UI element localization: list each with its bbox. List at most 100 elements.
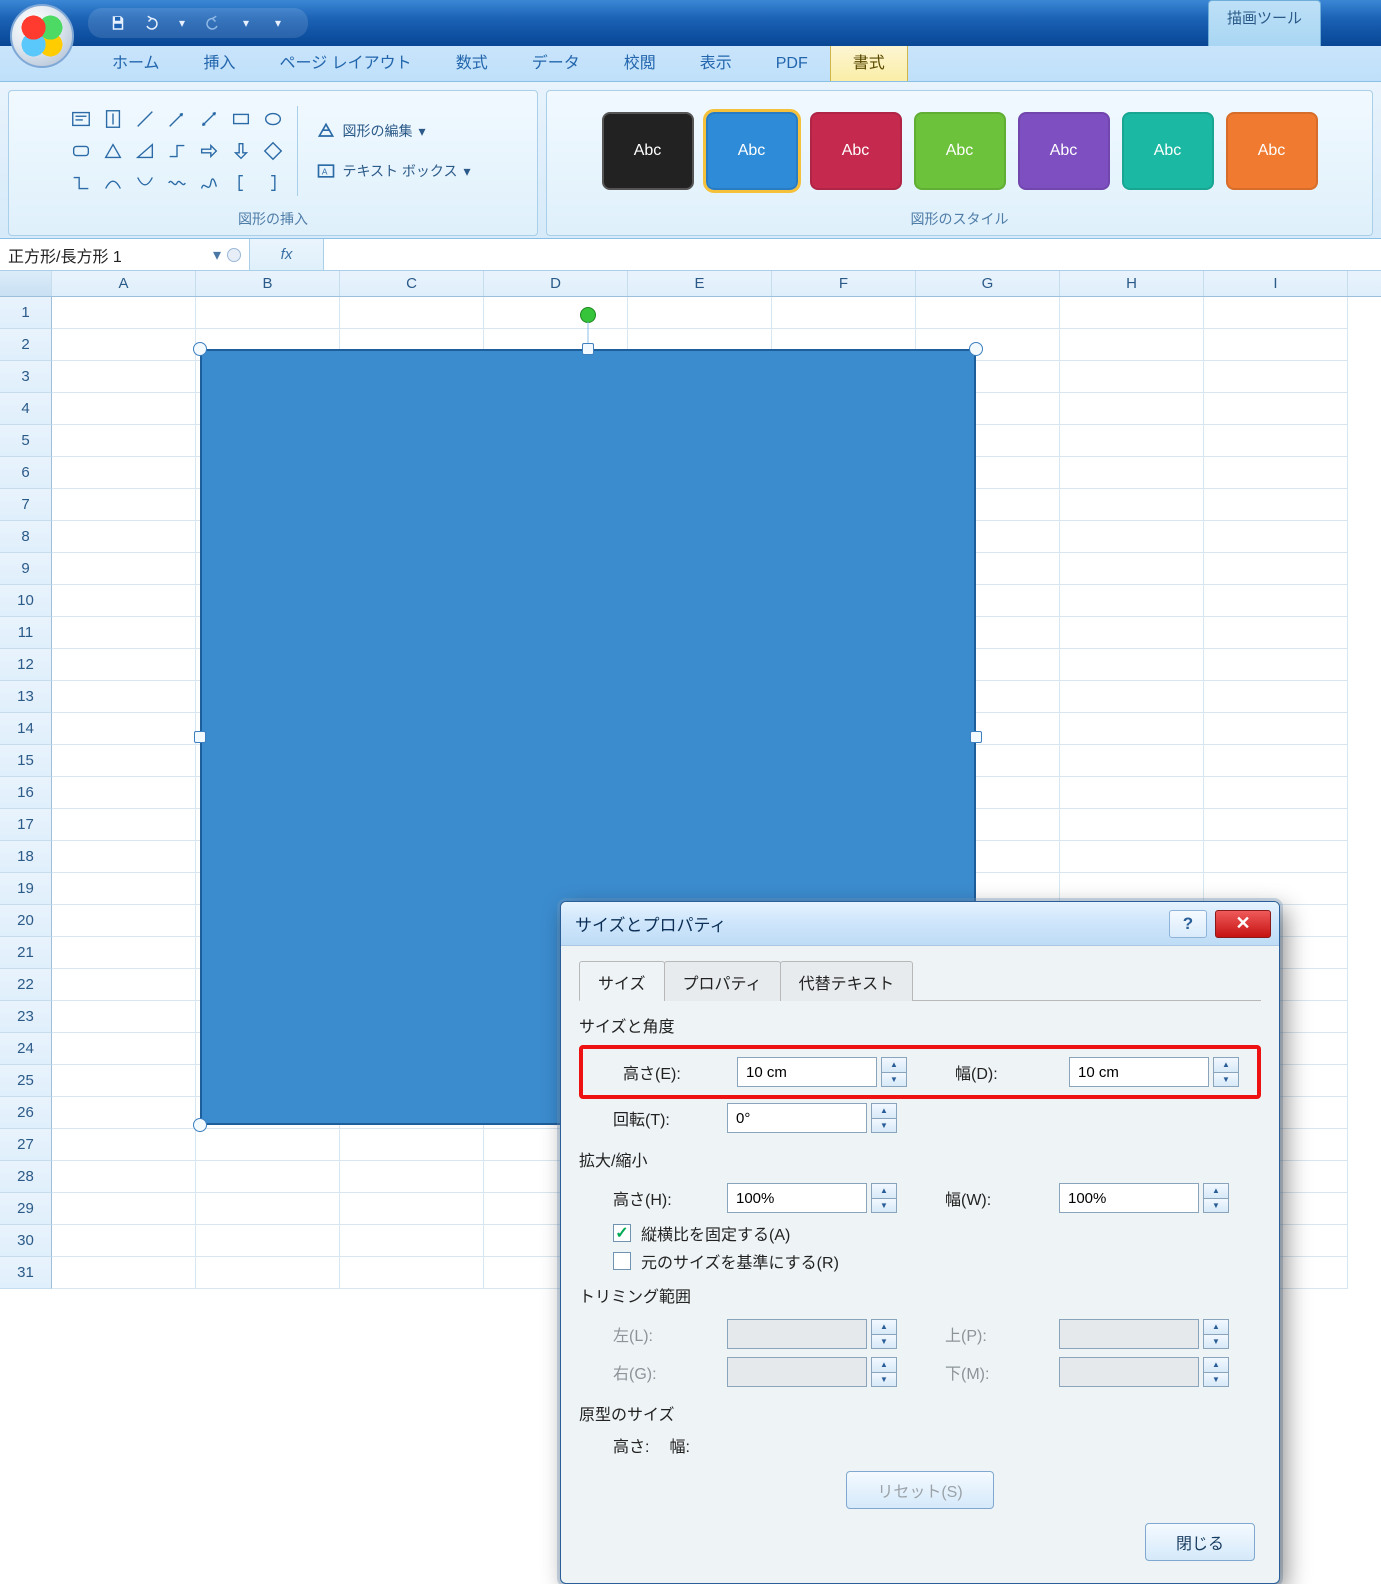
- row-header[interactable]: 12: [0, 649, 52, 681]
- row-header[interactable]: 27: [0, 1129, 52, 1161]
- shape-triangle-icon[interactable]: [99, 137, 127, 165]
- tab-home[interactable]: ホーム: [90, 41, 182, 81]
- row-header[interactable]: 28: [0, 1161, 52, 1193]
- shape-style-swatch[interactable]: Abc: [914, 112, 1006, 190]
- shape-freeform-icon[interactable]: [195, 169, 223, 197]
- resize-handle-tl[interactable]: [193, 342, 207, 356]
- shape-oval-icon[interactable]: [259, 105, 287, 133]
- cell[interactable]: [52, 969, 196, 1001]
- cell[interactable]: [52, 1097, 196, 1129]
- cell[interactable]: [1060, 393, 1204, 425]
- redo-dropdown-icon[interactable]: ▾: [234, 11, 258, 35]
- dialog-tab-property[interactable]: プロパティ: [664, 961, 781, 1001]
- shape-bracket-l-icon[interactable]: [227, 169, 255, 197]
- cell[interactable]: [1204, 425, 1348, 457]
- cell[interactable]: [1204, 777, 1348, 809]
- redo-icon[interactable]: [202, 11, 226, 35]
- shape-style-swatch[interactable]: Abc: [706, 112, 798, 190]
- cell[interactable]: [52, 1001, 196, 1033]
- checkbox-relative-original[interactable]: [613, 1252, 631, 1270]
- col-header[interactable]: C: [340, 271, 484, 296]
- cell[interactable]: [52, 553, 196, 585]
- row-header[interactable]: 16: [0, 777, 52, 809]
- spinner-height-h[interactable]: ▲▼: [871, 1183, 897, 1213]
- cell[interactable]: [52, 425, 196, 457]
- cell[interactable]: [1060, 585, 1204, 617]
- row-header[interactable]: 10: [0, 585, 52, 617]
- row-header[interactable]: 21: [0, 937, 52, 969]
- cell[interactable]: [484, 297, 628, 329]
- shape-rounded-rect-icon[interactable]: [67, 137, 95, 165]
- spinner-rotation-t[interactable]: ▲▼: [871, 1103, 897, 1133]
- cell[interactable]: [52, 489, 196, 521]
- input-height-h[interactable]: [727, 1183, 867, 1213]
- row-header[interactable]: 19: [0, 873, 52, 905]
- cell[interactable]: [1060, 489, 1204, 521]
- row-header[interactable]: 3: [0, 361, 52, 393]
- shape-rect-icon[interactable]: [227, 105, 255, 133]
- cell[interactable]: [1204, 521, 1348, 553]
- cell[interactable]: [52, 521, 196, 553]
- row-header[interactable]: 9: [0, 553, 52, 585]
- row-header[interactable]: 8: [0, 521, 52, 553]
- cell[interactable]: [1060, 553, 1204, 585]
- shape-style-gallery[interactable]: AbcAbcAbcAbcAbcAbcAbc: [596, 97, 1324, 205]
- tab-insert[interactable]: 挿入: [182, 41, 258, 81]
- cell[interactable]: [52, 617, 196, 649]
- cell[interactable]: [196, 1161, 340, 1193]
- name-box[interactable]: 正方形/長方形 1 ▾: [0, 239, 250, 270]
- cell[interactable]: [52, 1161, 196, 1193]
- row-header[interactable]: 14: [0, 713, 52, 745]
- save-icon[interactable]: [106, 11, 130, 35]
- cell[interactable]: [1060, 745, 1204, 777]
- cell[interactable]: [1204, 841, 1348, 873]
- cell[interactable]: [1204, 681, 1348, 713]
- cell[interactable]: [52, 905, 196, 937]
- cell[interactable]: [1060, 521, 1204, 553]
- shape-curve2-icon[interactable]: [131, 169, 159, 197]
- input-width-w[interactable]: [1059, 1183, 1199, 1213]
- resize-handle-bl[interactable]: [193, 1118, 207, 1132]
- row-header[interactable]: 4: [0, 393, 52, 425]
- text-box-button[interactable]: A テキスト ボックス▾: [308, 156, 478, 186]
- dialog-close-button[interactable]: ✕: [1215, 910, 1271, 938]
- cell[interactable]: [916, 297, 1060, 329]
- cell[interactable]: [52, 713, 196, 745]
- cell[interactable]: [1060, 713, 1204, 745]
- dialog-tab-alttext[interactable]: 代替テキスト: [780, 961, 914, 1001]
- name-box-dropdown-icon[interactable]: ▾: [213, 245, 221, 265]
- cell[interactable]: [1060, 681, 1204, 713]
- input-rotation-t[interactable]: [727, 1103, 867, 1133]
- cell[interactable]: [52, 681, 196, 713]
- row-header[interactable]: 11: [0, 617, 52, 649]
- shape-connector-icon[interactable]: [67, 169, 95, 197]
- shape-textbox-vert-icon[interactable]: [99, 105, 127, 133]
- cell[interactable]: [1204, 617, 1348, 649]
- tab-view[interactable]: 表示: [678, 41, 754, 81]
- row-header[interactable]: 15: [0, 745, 52, 777]
- cell[interactable]: [52, 1033, 196, 1065]
- cell[interactable]: [1204, 329, 1348, 361]
- shape-style-swatch[interactable]: Abc: [1226, 112, 1318, 190]
- cell[interactable]: [1204, 585, 1348, 617]
- row-header[interactable]: 18: [0, 841, 52, 873]
- cell[interactable]: [1060, 361, 1204, 393]
- dialog-tab-size[interactable]: サイズ: [579, 961, 665, 1001]
- cell[interactable]: [340, 1193, 484, 1225]
- shape-style-swatch[interactable]: Abc: [1122, 112, 1214, 190]
- cell[interactable]: [1204, 361, 1348, 393]
- cell[interactable]: [1060, 297, 1204, 329]
- select-all-corner[interactable]: [0, 271, 52, 296]
- cell[interactable]: [196, 1193, 340, 1225]
- cell[interactable]: [52, 585, 196, 617]
- col-header[interactable]: A: [52, 271, 196, 296]
- resize-handle-r[interactable]: [970, 731, 982, 743]
- cell[interactable]: [196, 297, 340, 329]
- shape-bracket-r-icon[interactable]: [259, 169, 287, 197]
- col-header[interactable]: I: [1204, 271, 1348, 296]
- row-header[interactable]: 7: [0, 489, 52, 521]
- rotation-handle[interactable]: [580, 307, 596, 323]
- cell[interactable]: [1204, 553, 1348, 585]
- cell[interactable]: [1060, 425, 1204, 457]
- tab-page-layout[interactable]: ページ レイアウト: [258, 41, 434, 81]
